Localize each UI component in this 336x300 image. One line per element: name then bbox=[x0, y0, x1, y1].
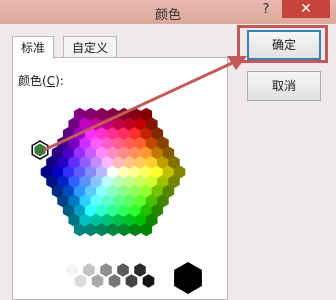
grayscale-palette[interactable] bbox=[66, 262, 202, 294]
gray-cell[interactable] bbox=[91, 274, 104, 288]
gray-cell[interactable] bbox=[66, 263, 78, 277]
gray-cell[interactable] bbox=[117, 263, 129, 277]
gray-cell[interactable] bbox=[125, 274, 138, 288]
gray-cell[interactable] bbox=[108, 274, 121, 288]
hex-color-palette[interactable] bbox=[34, 107, 186, 237]
gray-cell[interactable] bbox=[74, 274, 87, 288]
gray-cell[interactable] bbox=[134, 263, 146, 277]
black-color-cell[interactable] bbox=[174, 262, 202, 294]
gray-cell[interactable] bbox=[83, 263, 95, 277]
tab-standard[interactable]: 标准 bbox=[12, 36, 55, 59]
gray-cell[interactable] bbox=[100, 263, 112, 277]
gray-cell[interactable] bbox=[142, 274, 155, 288]
